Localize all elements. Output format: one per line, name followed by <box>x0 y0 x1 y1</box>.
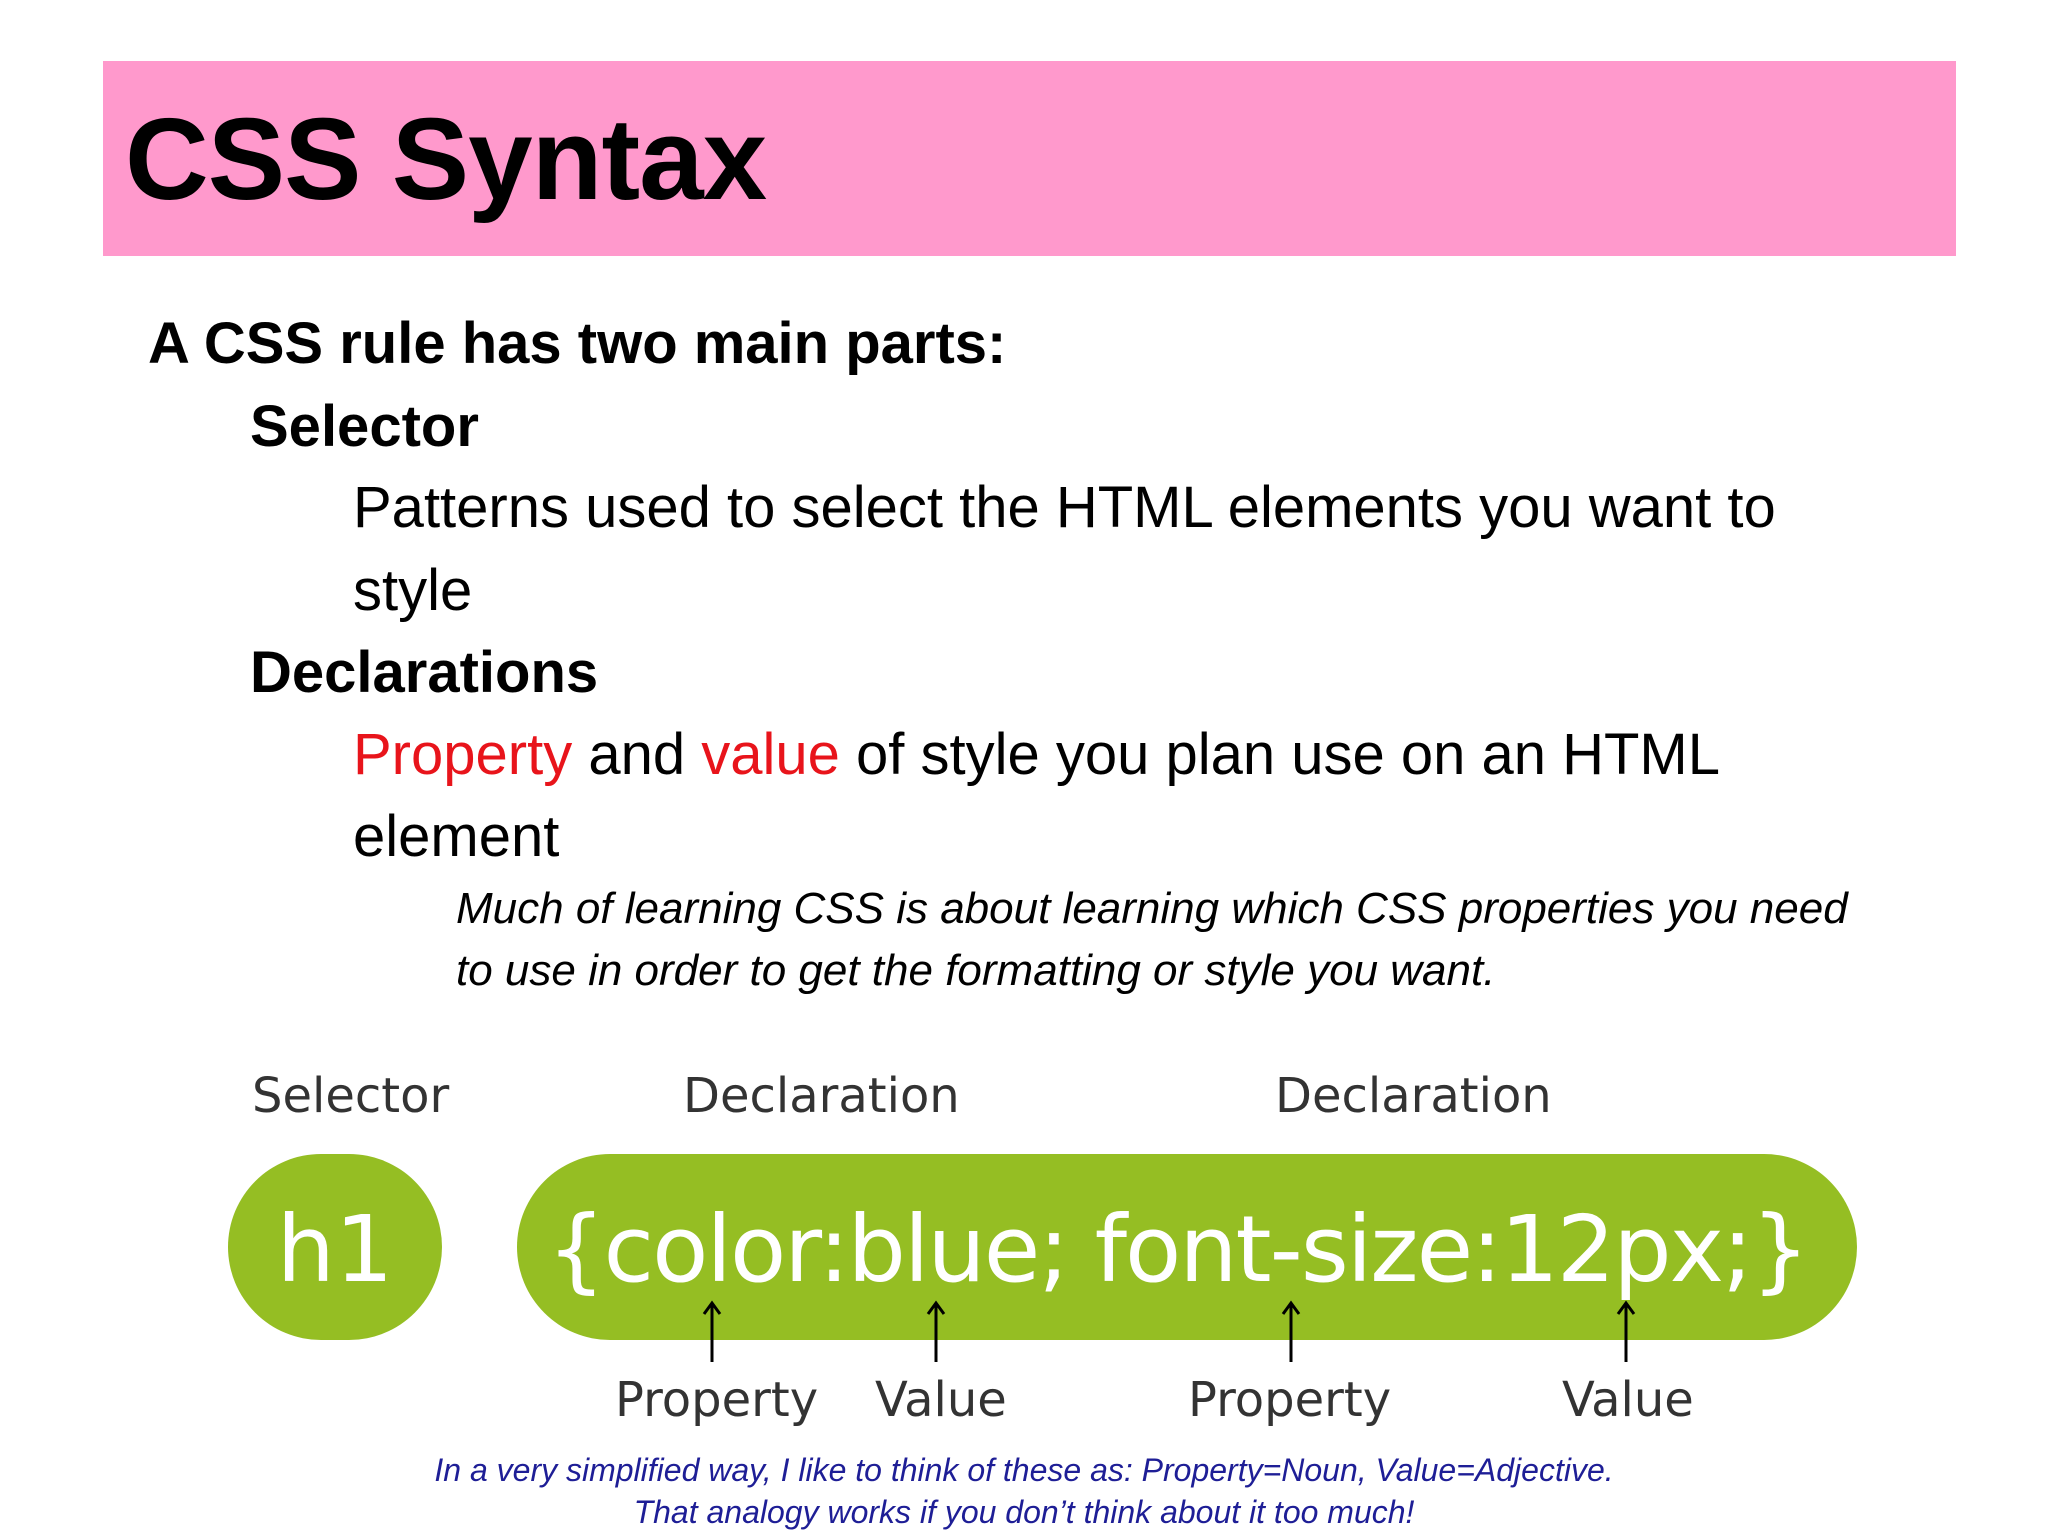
declarations-rest: of style you plan use on an HTML <box>839 722 1720 787</box>
declarations-heading: Declarations <box>250 640 599 705</box>
declaration-code: {color:blue; font-size:12px;} <box>547 1196 1810 1303</box>
diagram-selector-label: Selector <box>252 1068 450 1124</box>
selector-description-cont: style <box>353 558 473 623</box>
selector-code: h1 <box>276 1196 394 1303</box>
selector-description: Patterns used to select the HTML element… <box>353 475 1776 540</box>
title-bar: CSS Syntax <box>103 61 1956 256</box>
arrow-up-icon <box>1281 1300 1301 1362</box>
arrow-up-icon <box>926 1300 946 1362</box>
and-word: and <box>572 722 702 787</box>
property-label-2: Property <box>1188 1372 1392 1428</box>
diagram-declaration-label-1: Declaration <box>683 1068 960 1124</box>
selector-heading: Selector <box>250 394 479 459</box>
slide-title: CSS Syntax <box>125 94 767 224</box>
arrow-up-icon <box>702 1300 722 1362</box>
learning-note-cont: to use in order to get the formatting or… <box>456 946 1496 995</box>
analogy-caption: In a very simplified way, I like to thin… <box>434 1452 1614 1488</box>
value-word: value <box>701 722 840 787</box>
declarations-description-cont: element <box>353 804 560 869</box>
value-label-2: Value <box>1562 1372 1694 1428</box>
learning-note: Much of learning CSS is about learning w… <box>456 884 1848 933</box>
selector-pill: h1 <box>228 1154 442 1340</box>
value-label-1: Value <box>875 1372 1007 1428</box>
intro-text: A CSS rule has two main parts: <box>148 311 1007 376</box>
property-label-1: Property <box>615 1372 819 1428</box>
analogy-caption-cont: That analogy works if you don’t think ab… <box>633 1494 1415 1530</box>
diagram-declaration-label-2: Declaration <box>1275 1068 1552 1124</box>
property-word: Property <box>353 722 573 787</box>
declarations-description: Property and value of style you plan use… <box>353 721 1720 788</box>
arrow-up-icon <box>1616 1300 1636 1362</box>
